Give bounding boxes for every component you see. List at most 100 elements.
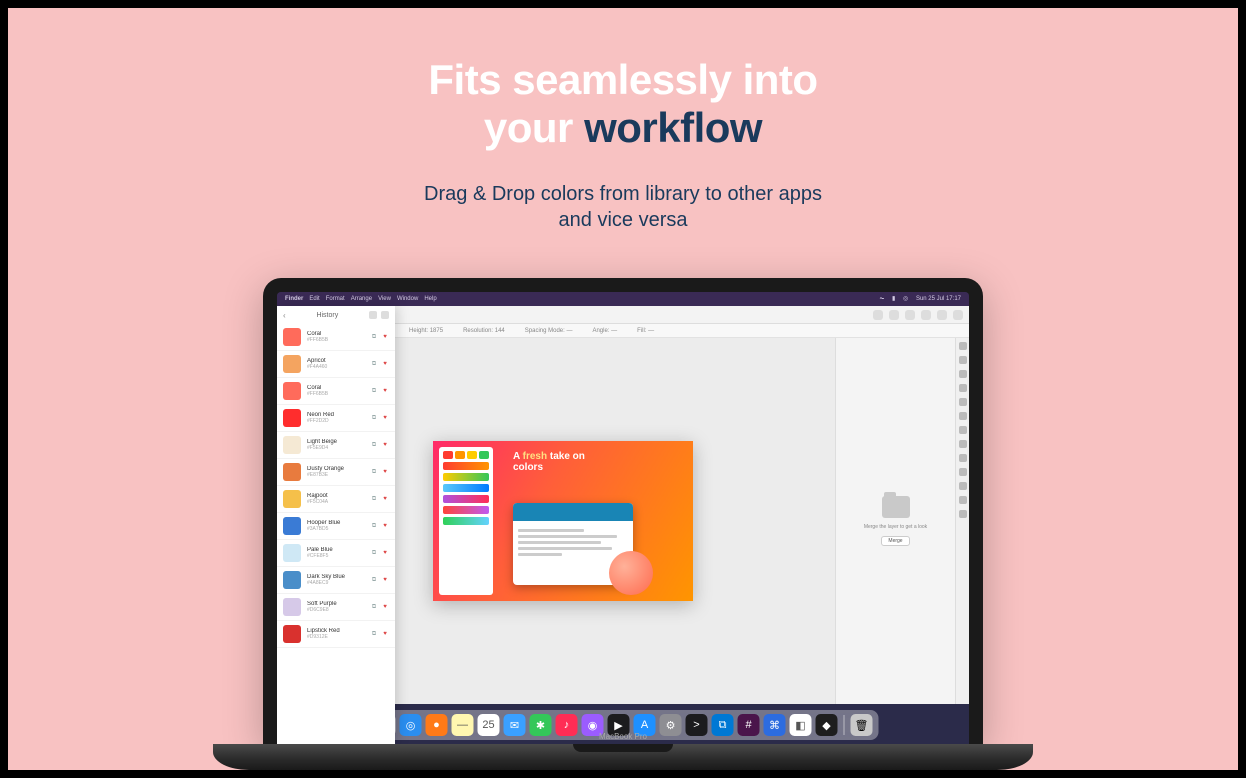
back-icon[interactable]: ‹ <box>283 311 286 320</box>
color-swatch[interactable] <box>283 571 301 589</box>
dock-app-colorapp[interactable]: ◧ <box>790 714 812 736</box>
color-item[interactable]: Apricot #F4A460 ⧉ ♥ <box>277 351 395 378</box>
menubar-item[interactable]: Arrange <box>351 296 372 302</box>
dock-app-xcode[interactable]: ⌘ <box>764 714 786 736</box>
favorite-icon[interactable]: ♥ <box>381 468 389 476</box>
options-field[interactable]: Resolution: 144 <box>463 328 505 334</box>
copy-icon[interactable]: ⧉ <box>370 387 378 395</box>
menubar-item[interactable]: Window <box>397 296 418 302</box>
menubar-item[interactable]: View <box>378 296 391 302</box>
favorite-icon[interactable]: ♥ <box>381 441 389 449</box>
copy-icon[interactable]: ⧉ <box>370 522 378 530</box>
color-list[interactable]: Coral #FF6B5B ⧉ ♥ Apricot #F4A460 ⧉ ♥ Co… <box>277 324 395 744</box>
crop-tool-icon[interactable] <box>959 384 967 392</box>
more-icon[interactable] <box>381 311 389 319</box>
options-field[interactable]: Height: 1875 <box>409 328 443 334</box>
dock-trash[interactable]: 🗑 <box>851 714 873 736</box>
copy-icon[interactable]: ⧉ <box>370 414 378 422</box>
menubar-item[interactable]: Help <box>424 296 436 302</box>
copy-icon[interactable]: ⧉ <box>370 360 378 368</box>
color-item[interactable]: Light Beige #F5E9D4 ⧉ ♥ <box>277 432 395 459</box>
favorite-icon[interactable]: ♥ <box>381 576 389 584</box>
color-item[interactable]: Neon Red #FF2D2D ⧉ ♥ <box>277 405 395 432</box>
move-tool-icon[interactable] <box>959 342 967 350</box>
color-swatch[interactable] <box>283 517 301 535</box>
color-swatch[interactable] <box>283 598 301 616</box>
color-item[interactable]: Dusty Orange #E87B3E ⧉ ♥ <box>277 459 395 486</box>
dock-app-settings[interactable]: ⚙ <box>660 714 682 736</box>
copy-icon[interactable]: ⧉ <box>370 549 378 557</box>
copy-icon[interactable]: ⧉ <box>370 468 378 476</box>
gradient-tool-icon[interactable] <box>959 440 967 448</box>
color-swatch[interactable] <box>283 328 301 346</box>
preview-icon[interactable] <box>953 310 963 320</box>
color-swatch[interactable] <box>283 463 301 481</box>
color-swatch[interactable] <box>283 544 301 562</box>
wifi-icon[interactable]: ⏦ <box>879 296 884 302</box>
color-item[interactable]: Lipstick Red #D9312E ⧉ ♥ <box>277 621 395 648</box>
favorite-icon[interactable]: ♥ <box>381 522 389 530</box>
menubar-item[interactable]: Edit <box>309 296 319 302</box>
dock-app-figma[interactable]: ◆ <box>816 714 838 736</box>
color-swatch[interactable] <box>283 355 301 373</box>
eyedropper-tool-icon[interactable] <box>959 398 967 406</box>
color-item[interactable]: Rajpoot #F5C04A ⧉ ♥ <box>277 486 395 513</box>
share-icon[interactable] <box>873 310 883 320</box>
menubar-item[interactable]: Format <box>326 296 345 302</box>
favorite-icon[interactable]: ♥ <box>381 603 389 611</box>
dock-app-firefox[interactable]: ● <box>426 714 448 736</box>
control-center-icon[interactable]: ◎ <box>903 296 908 302</box>
dock-app-terminal[interactable]: > <box>686 714 708 736</box>
color-swatch[interactable] <box>283 382 301 400</box>
hand-tool-icon[interactable] <box>959 496 967 504</box>
undo-icon[interactable] <box>905 310 915 320</box>
color-swatch[interactable] <box>283 490 301 508</box>
color-swatch[interactable] <box>283 625 301 643</box>
dock-app-calendar[interactable]: 25 <box>478 714 500 736</box>
menubar-item[interactable]: Finder <box>285 296 303 302</box>
dock-app-mail[interactable]: ✉ <box>504 714 526 736</box>
crop-icon[interactable] <box>889 310 899 320</box>
color-item[interactable]: Coral #FF6B5B ⧉ ♥ <box>277 324 395 351</box>
color-item[interactable]: Coral #FF6B5B ⧉ ♥ <box>277 378 395 405</box>
dock-app-vscode[interactable]: ⧉ <box>712 714 734 736</box>
eraser-tool-icon[interactable] <box>959 426 967 434</box>
copy-icon[interactable]: ⧉ <box>370 603 378 611</box>
dock-app-slack[interactable]: # <box>738 714 760 736</box>
clock[interactable]: Sun 25 Jul 17:17 <box>916 296 961 302</box>
artboard[interactable]: A fresh take on colors <box>433 441 693 601</box>
lasso-tool-icon[interactable] <box>959 370 967 378</box>
color-item[interactable]: Hooper Blue #3A7BD5 ⧉ ♥ <box>277 513 395 540</box>
copy-icon[interactable]: ⧉ <box>370 333 378 341</box>
color-swatch[interactable] <box>283 436 301 454</box>
merge-button[interactable]: Merge <box>881 536 909 546</box>
favorite-icon[interactable]: ♥ <box>381 414 389 422</box>
text-tool-icon[interactable] <box>959 454 967 462</box>
dock-app-music[interactable]: ♪ <box>556 714 578 736</box>
favorite-icon[interactable]: ♥ <box>381 495 389 503</box>
color-item[interactable]: Pale Blue #CFE8F5 ⧉ ♥ <box>277 540 395 567</box>
dock-app-notes[interactable]: — <box>452 714 474 736</box>
export-icon[interactable] <box>937 310 947 320</box>
zoom-tool-icon[interactable] <box>959 510 967 518</box>
favorite-icon[interactable]: ♥ <box>381 630 389 638</box>
copy-icon[interactable]: ⧉ <box>370 576 378 584</box>
color-item[interactable]: Soft Purple #D6C9E8 ⧉ ♥ <box>277 594 395 621</box>
options-field[interactable]: Spacing Mode: — <box>525 328 573 334</box>
search-icon[interactable] <box>369 311 377 319</box>
copy-icon[interactable]: ⧉ <box>370 441 378 449</box>
favorite-icon[interactable]: ♥ <box>381 333 389 341</box>
battery-icon[interactable]: ▮ <box>892 296 895 302</box>
copy-icon[interactable]: ⧉ <box>370 495 378 503</box>
favorite-icon[interactable]: ♥ <box>381 360 389 368</box>
shape-tool-icon[interactable] <box>959 482 967 490</box>
color-swatch[interactable] <box>283 409 301 427</box>
options-field[interactable]: Fill: — <box>637 328 654 334</box>
brush-tool-icon[interactable] <box>959 412 967 420</box>
redo-icon[interactable] <box>921 310 931 320</box>
color-item[interactable]: Dark Sky Blue #4A8EC9 ⧉ ♥ <box>277 567 395 594</box>
copy-icon[interactable]: ⧉ <box>370 630 378 638</box>
favorite-icon[interactable]: ♥ <box>381 549 389 557</box>
options-field[interactable]: Angle: — <box>592 328 617 334</box>
favorite-icon[interactable]: ♥ <box>381 387 389 395</box>
